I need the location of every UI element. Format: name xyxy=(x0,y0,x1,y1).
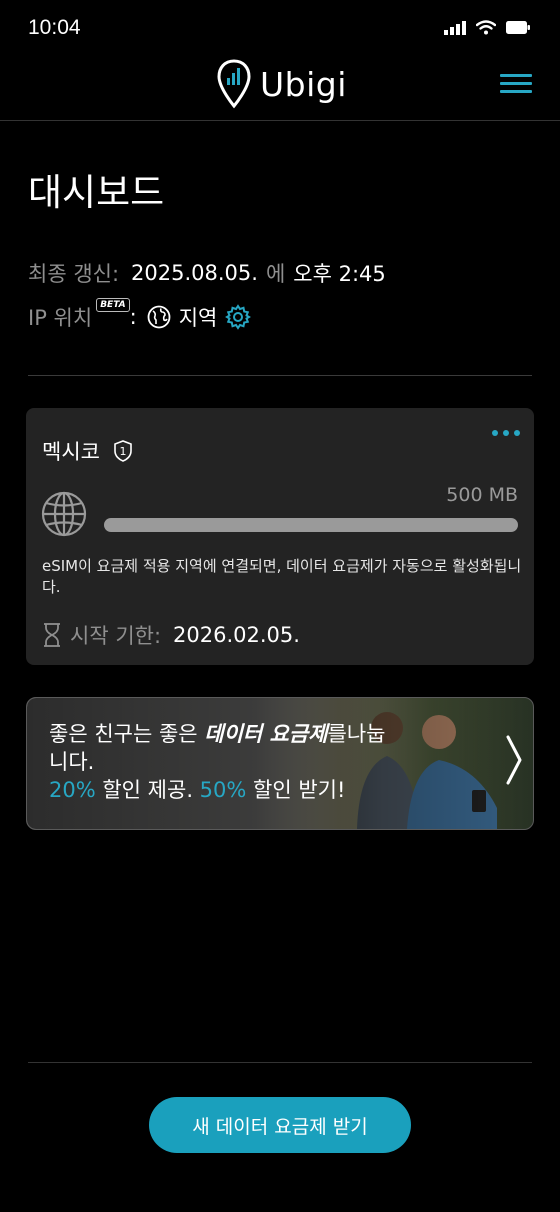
ip-location-label: IP 위치 xyxy=(28,306,93,330)
hourglass-icon xyxy=(44,623,60,647)
promo-line1-em: 데이터 요금제 xyxy=(204,722,328,746)
activation-note: eSIM이 요금제 적용 지역에 연결되면, 데이터 요금제가 자동으로 활성화… xyxy=(42,557,522,596)
data-amount: 500 MB xyxy=(446,484,518,506)
more-options-button[interactable] xyxy=(492,430,520,436)
beta-badge: BETA xyxy=(96,298,130,312)
last-update-label: 최종 갱신: xyxy=(28,262,120,286)
section-divider xyxy=(28,375,532,376)
dot-icon xyxy=(503,430,509,436)
ip-colon: : xyxy=(129,305,137,329)
menu-line-icon xyxy=(500,74,532,77)
shield-number-icon: 1 xyxy=(114,440,132,462)
ip-location-value: 지역 xyxy=(178,306,218,330)
status-icons xyxy=(444,20,530,35)
promo-line1-b: 를나눕 xyxy=(327,722,386,746)
plan-country-row: 멕시코 1 xyxy=(42,436,134,466)
battery-icon xyxy=(506,21,530,34)
get-new-data-plan-button[interactable]: 새 데이터 요금제 받기 xyxy=(149,1097,411,1153)
menu-line-icon xyxy=(500,82,532,85)
promo-pct2: 50% xyxy=(199,778,247,802)
page-title: 대시보드 xyxy=(28,171,165,214)
expiry-label: 시작 기한: xyxy=(70,624,162,648)
promo-text: 좋은 친구는 좋은 데이터 요금제를나눕 니다. 20% 할인 제공. 50% … xyxy=(49,720,409,804)
globe-grid-icon xyxy=(41,491,87,537)
dot-icon xyxy=(492,430,498,436)
expiry-value: 2026.02.05. xyxy=(173,623,300,647)
last-update-row: 최종 갱신: 2025.08.05. 에 오후 2:45 xyxy=(28,258,386,288)
referral-promo-banner[interactable]: 좋은 친구는 좋은 데이터 요금제를나눕 니다. 20% 할인 제공. 50% … xyxy=(26,697,534,830)
promo-line1-a: 좋은 친구는 좋은 xyxy=(49,722,205,746)
bottom-divider xyxy=(28,1062,532,1063)
promo-line2: 니다. xyxy=(49,750,95,774)
last-update-mid: 에 xyxy=(265,262,286,286)
settings-gear-icon[interactable] xyxy=(225,304,252,330)
location-pin-icon xyxy=(217,59,251,109)
brand-name: Ubigi xyxy=(260,64,347,104)
data-usage-fill xyxy=(104,518,518,532)
shield-number: 1 xyxy=(119,445,126,458)
last-update-time: 오후 2:45 xyxy=(293,262,386,286)
menu-line-icon xyxy=(500,90,532,93)
status-time: 10:04 xyxy=(28,16,81,39)
dot-icon xyxy=(514,430,520,436)
header-divider xyxy=(0,120,560,121)
promo-offer1: 할인 제공. xyxy=(95,778,200,802)
hamburger-menu-button[interactable] xyxy=(500,74,532,98)
data-usage-bar xyxy=(104,518,518,532)
chevron-right-icon[interactable] xyxy=(505,734,523,786)
ip-location-row: IP 위치 BETA : 지역 xyxy=(28,298,252,332)
promo-offer2: 할인 받기! xyxy=(246,778,346,802)
globe-icon xyxy=(147,305,171,329)
promo-pct1: 20% xyxy=(49,778,96,802)
signal-icon xyxy=(444,20,466,35)
data-plan-card[interactable]: 멕시코 1 500 MB eSIM이 요금제 적용 지역에 연결되면, 데이터 … xyxy=(26,408,534,665)
expiry-row: 시작 기한: 2026.02.05. xyxy=(42,620,300,650)
last-update-date: 2025.08.05. xyxy=(131,261,258,285)
plan-country: 멕시코 xyxy=(42,440,100,464)
wifi-icon xyxy=(476,20,496,35)
ubigi-logo: Ubigi xyxy=(216,58,347,110)
